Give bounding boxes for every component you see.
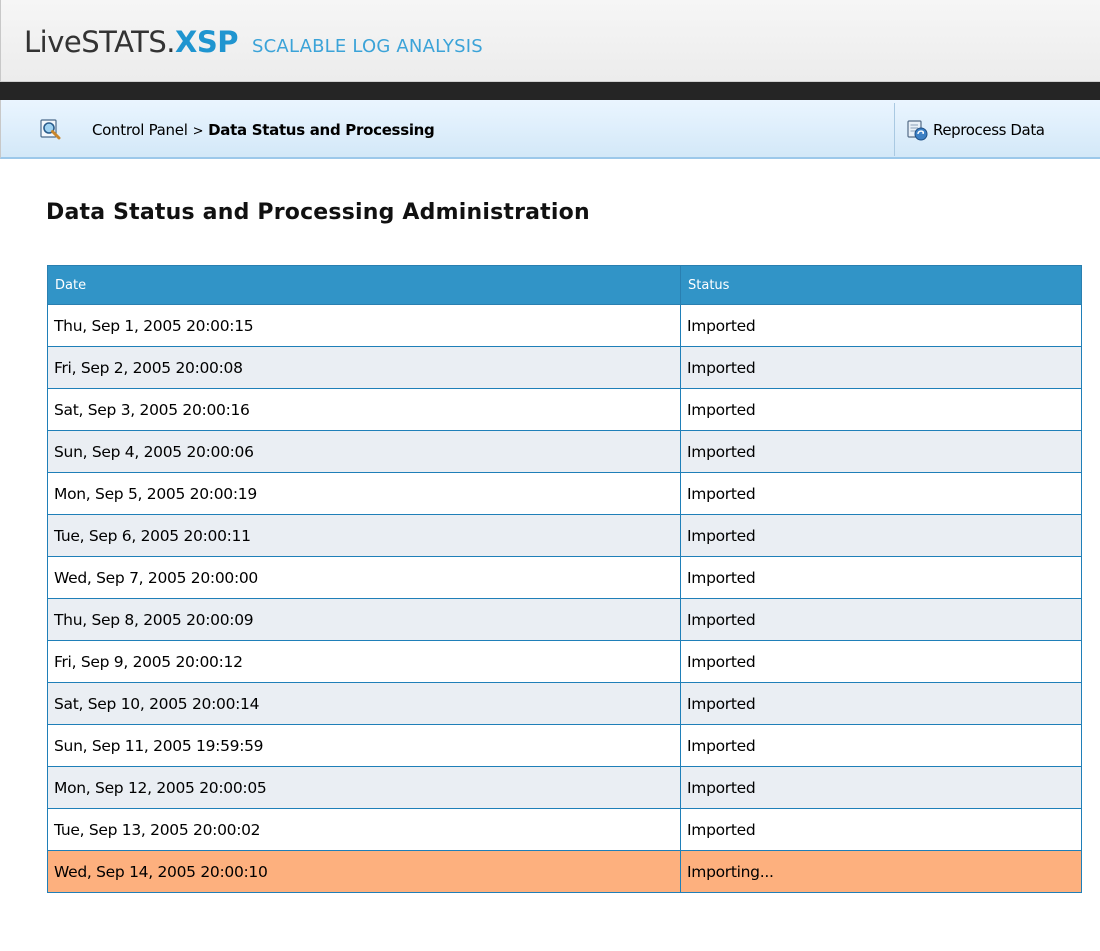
logo-text: LiveSTATS. [24,25,176,59]
cell-date: Sun, Sep 4, 2005 20:00:06 [47,430,681,473]
cell-date: Wed, Sep 14, 2005 20:00:10 [47,850,681,893]
page-title: Data Status and Processing Administratio… [46,200,590,225]
cell-date: Fri, Sep 9, 2005 20:00:12 [47,640,681,683]
cell-date: Mon, Sep 12, 2005 20:00:05 [47,766,681,809]
cell-status: Imported [680,598,1082,641]
cell-date: Wed, Sep 7, 2005 20:00:00 [47,556,681,599]
table-row: Mon, Sep 5, 2005 20:00:19 Imported [47,472,1082,515]
cell-date: Sat, Sep 3, 2005 20:00:16 [47,388,681,431]
table-row: Thu, Sep 1, 2005 20:00:15 Imported [47,304,1082,347]
cell-status: Imported [680,682,1082,725]
cell-status: Imported [680,556,1082,599]
table-row: Sat, Sep 10, 2005 20:00:14 Imported [47,682,1082,725]
table-row-active: Wed, Sep 14, 2005 20:00:10 Importing... [47,850,1082,893]
table-row: Wed, Sep 7, 2005 20:00:00 Imported [47,556,1082,599]
cell-date: Mon, Sep 5, 2005 20:00:19 [47,472,681,515]
cell-date: Sat, Sep 10, 2005 20:00:14 [47,682,681,725]
logo-highlight: XSP [175,25,239,59]
cell-status: Importing... [680,850,1082,893]
cell-status: Imported [680,640,1082,683]
cell-status: Imported [680,514,1082,557]
cell-date: Tue, Sep 6, 2005 20:00:11 [47,514,681,557]
table-row: Thu, Sep 8, 2005 20:00:09 Imported [47,598,1082,641]
breadcrumb-separator: > [192,124,204,139]
breadcrumb-root[interactable]: Control Panel [92,121,188,139]
cell-status: Imported [680,304,1082,347]
cell-status: Imported [680,346,1082,389]
cell-status: Imported [680,388,1082,431]
table-row: Tue, Sep 6, 2005 20:00:11 Imported [47,514,1082,557]
cell-date: Fri, Sep 2, 2005 20:00:08 [47,346,681,389]
cell-status: Imported [680,430,1082,473]
table-row: Fri, Sep 2, 2005 20:00:08 Imported [47,346,1082,389]
reprocess-icon [907,120,928,141]
header-divider-bar [0,82,1100,100]
cell-status: Imported [680,472,1082,515]
cell-date: Thu, Sep 1, 2005 20:00:15 [47,304,681,347]
app-logo: LiveSTATS.XSP SCALABLE LOG ANALYSIS [24,28,483,57]
magnifier-icon [40,119,61,140]
breadcrumb: Control Panel > Data Status and Processing [92,121,435,139]
cell-date: Tue, Sep 13, 2005 20:00:02 [47,808,681,851]
table-row: Sun, Sep 11, 2005 19:59:59 Imported [47,724,1082,767]
table-row: Sun, Sep 4, 2005 20:00:06 Imported [47,430,1082,473]
table-row: Tue, Sep 13, 2005 20:00:02 Imported [47,808,1082,851]
app-header: LiveSTATS.XSP SCALABLE LOG ANALYSIS [0,0,1100,82]
data-status-table: Date Status Thu, Sep 1, 2005 20:00:15 Im… [47,265,1082,893]
table-row: Mon, Sep 12, 2005 20:00:05 Imported [47,766,1082,809]
logo-tagline: SCALABLE LOG ANALYSIS [252,36,483,57]
table-row: Fri, Sep 9, 2005 20:00:12 Imported [47,640,1082,683]
cell-date: Thu, Sep 8, 2005 20:00:09 [47,598,681,641]
cell-date: Sun, Sep 11, 2005 19:59:59 [47,724,681,767]
cell-status: Imported [680,724,1082,767]
table-header-row: Date Status [47,265,1082,305]
cell-status: Imported [680,766,1082,809]
breadcrumb-current: Data Status and Processing [208,121,435,139]
column-header-status[interactable]: Status [680,265,1082,305]
table-row: Sat, Sep 3, 2005 20:00:16 Imported [47,388,1082,431]
reprocess-data-button[interactable]: Reprocess Data [906,116,1100,144]
reprocess-data-label: Reprocess Data [933,121,1045,139]
column-header-date[interactable]: Date [47,265,681,305]
toolbar-divider [894,103,895,156]
cell-status: Imported [680,808,1082,851]
